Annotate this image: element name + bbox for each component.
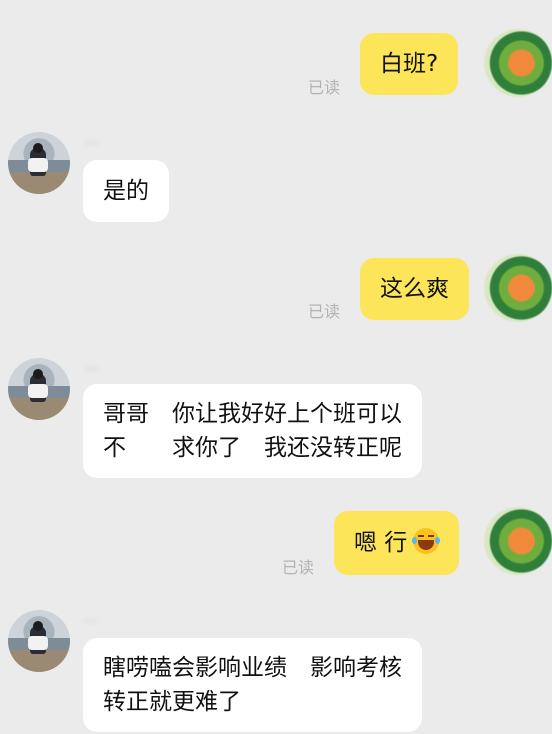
message-text-line: 转正就更难了 [103, 689, 241, 715]
message-bubble[interactable]: 是的 [83, 160, 169, 222]
read-status: 已读 [308, 302, 341, 321]
my-avatar[interactable] [484, 29, 552, 97]
message-bubble[interactable]: 白班? [360, 33, 459, 95]
my-avatar[interactable] [484, 507, 552, 575]
message-text-line: 不 求你了 我还没转正呢 [103, 435, 402, 461]
message-bubble[interactable]: 瞎唠嗑会影响业绩 影响考核 转正就更难了 [83, 638, 422, 732]
message-row: 已读 白班? [0, 28, 552, 108]
message-text: 这么爽 [380, 276, 449, 302]
contact-avatar[interactable] [8, 358, 70, 420]
read-status: 已读 [308, 78, 341, 97]
message-bubble[interactable]: 嗯 行 [334, 511, 460, 575]
message-text-line: 哥哥 你让我好好上个班可以 [103, 401, 402, 427]
message-text-line: 瞎唠嗑会影响业绩 影响考核 [103, 655, 402, 681]
message-row: 已读 这么爽 [0, 252, 552, 332]
message-bubble[interactable]: 这么爽 [360, 258, 469, 320]
message-row: 已读 嗯 行 [0, 504, 552, 584]
laughing-tears-emoji-icon [412, 528, 441, 554]
message-row: ... 哥哥 你让我好好上个班可以 不 求你了 我还没转正呢 [0, 352, 552, 482]
my-avatar[interactable] [484, 254, 552, 322]
message-row: ... 是的 [0, 128, 552, 228]
message-text: 是的 [103, 178, 149, 204]
message-bubble[interactable]: 哥哥 你让我好好上个班可以 不 求你了 我还没转正呢 [83, 384, 422, 478]
message-row: ... 瞎唠嗑会影响业绩 影响考核 转正就更难了 [0, 604, 552, 734]
read-status: 已读 [282, 558, 315, 577]
sender-name: ... [84, 610, 98, 626]
contact-avatar[interactable] [8, 610, 70, 672]
contact-avatar[interactable] [8, 132, 70, 194]
message-text: 嗯 行 [354, 530, 408, 556]
message-text: 白班? [380, 51, 439, 77]
sender-name: ... [84, 132, 98, 148]
sender-name: ... [84, 358, 98, 374]
